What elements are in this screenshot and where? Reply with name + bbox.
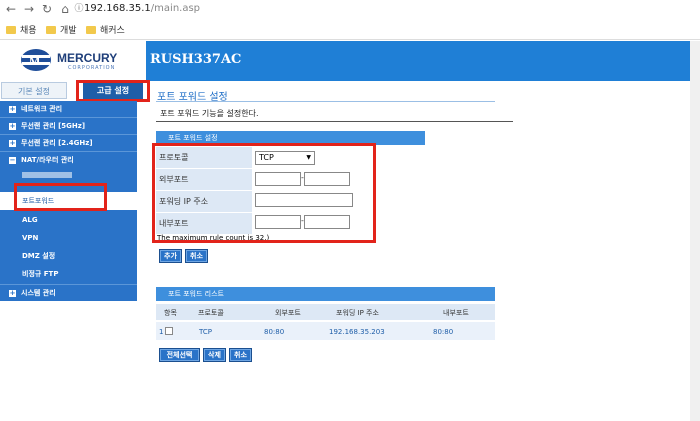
select-all-button[interactable]: 전체선택 (159, 348, 200, 362)
back-icon[interactable]: ← (4, 2, 18, 16)
row-checkbox[interactable] (165, 327, 173, 335)
row-external-port: 80:80 (264, 328, 285, 336)
page-description: 포트 포워드 기능을 설정한다. (160, 109, 259, 118)
svg-text:M: M (29, 54, 40, 68)
sidebar-item-dmz[interactable]: DMZ 설정 (0, 247, 137, 265)
table-header: 프로토콜 (198, 309, 224, 317)
list-section-header: 포트 포워드 리스트 (156, 287, 495, 301)
cancel-button[interactable]: 취소 (185, 249, 208, 263)
highlight-box (76, 80, 150, 102)
delete-button[interactable]: 삭제 (203, 348, 226, 362)
bookmark-item[interactable]: 해커스 (86, 23, 125, 36)
row-forward-ip: 192.168.35.203 (329, 328, 385, 336)
cancel-list-button[interactable]: 취소 (229, 348, 252, 362)
sidebar-item-nonstandard-ftp[interactable]: 비정규 FTP (0, 265, 137, 283)
highlight-box (152, 143, 376, 243)
row-internal-port: 80:80 (433, 328, 454, 336)
divider (156, 101, 495, 102)
logo-text: MERCURY (57, 51, 118, 65)
sidebar-item-wireless-5ghz[interactable]: + 무선랜 관리 [5GHz] (0, 118, 137, 135)
logo-subtext: CORPORATION (68, 65, 116, 71)
table-header: 내부포트 (443, 309, 469, 317)
expand-icon: + (9, 122, 16, 130)
expand-icon: + (9, 139, 16, 147)
tab-basic-settings[interactable]: 기본 설정 (1, 82, 67, 99)
row-index: 1 (159, 328, 164, 336)
table-header: 외부포트 (275, 309, 301, 317)
sidebar-item-nat-router[interactable]: − NAT/라우터 관리 (0, 152, 137, 169)
folder-icon (6, 26, 16, 34)
logo: M MERCURY CORPORATION (0, 41, 146, 81)
collapse-icon: − (9, 156, 16, 164)
browser-address-bar: ← → ↻ ⌂ ⓘ 192.168.35.1/main.asp (0, 0, 700, 20)
sidebar-item-vpn[interactable]: VPN (0, 229, 137, 247)
clipped-sub-item (22, 172, 72, 178)
bookmarks-bar: 채용 개발 해커스 (0, 20, 700, 40)
folder-icon (46, 26, 56, 34)
expand-icon: + (9, 289, 16, 297)
folder-icon (86, 26, 96, 34)
home-icon[interactable]: ⌂ (58, 2, 72, 16)
url-field[interactable]: 192.168.35.1/main.asp (84, 3, 200, 14)
product-name: RUSH337AC (150, 52, 242, 67)
highlight-box (14, 183, 107, 211)
add-button[interactable]: 추가 (159, 249, 182, 263)
scrollbar[interactable] (690, 41, 700, 421)
divider (156, 121, 513, 122)
table-header: 포워딩 IP 주소 (336, 309, 379, 317)
expand-icon: + (9, 105, 16, 113)
sidebar-item-alg[interactable]: ALG (0, 211, 137, 229)
bookmark-item[interactable]: 채용 (6, 23, 37, 36)
sidebar-item-wireless-24ghz[interactable]: + 무선랜 관리 [2.4GHz] (0, 135, 137, 152)
sidebar-item-system[interactable]: + 시스템 관리 (0, 284, 137, 301)
forward-icon[interactable]: → (22, 2, 36, 16)
row-protocol: TCP (199, 328, 212, 336)
table-header: 항목 (164, 309, 177, 317)
bookmark-item[interactable]: 개발 (46, 23, 77, 36)
sidebar-item-network[interactable]: + 네트워크 관리 (0, 101, 137, 118)
reload-icon[interactable]: ↻ (40, 2, 54, 16)
